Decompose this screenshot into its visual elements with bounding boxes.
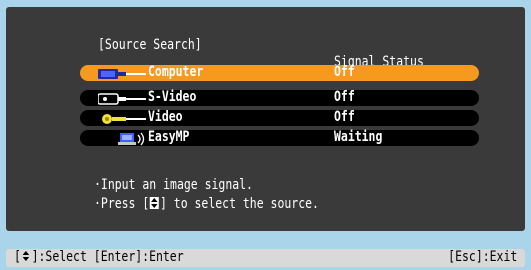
help-bar: [ ]:Select [Enter]:Enter [Esc]:Exit [6, 249, 525, 267]
help-exit: [Esc]:Exit [447, 249, 517, 265]
source-name: Computer [148, 64, 204, 80]
source-row-video[interactable]: Video Off [80, 109, 479, 126]
source-status: Off [334, 64, 355, 80]
s-video-icon [97, 91, 148, 105]
source-row-s-video[interactable]: S-Video Off [80, 89, 479, 106]
source-row-computer[interactable]: Computer Off [80, 64, 479, 81]
instruction-prefix: ·Press [ [94, 196, 150, 212]
source-name: EasyMP [148, 129, 190, 145]
instruction-suffix: ] to select the source. [159, 196, 319, 212]
source-status: Off [334, 89, 355, 105]
up-down-arrows-icon [150, 197, 160, 209]
help-select-enter: ]:Select [Enter]:Enter [31, 249, 184, 265]
instruction-line-2: ·Press [ ] to select the source. [94, 196, 319, 212]
source-search-dialog: [Source Search] Signal Status Computer O… [6, 7, 525, 231]
source-row-easymp[interactable]: EasyMP Waiting [80, 129, 479, 146]
source-status: Waiting [334, 129, 383, 145]
dialog-title: [Source Search] [98, 37, 202, 53]
source-name: Video [148, 109, 183, 125]
easymp-icon [98, 131, 148, 146]
source-name: S-Video [148, 89, 197, 105]
computer-icon [98, 66, 148, 80]
help-bracket: [ [14, 249, 21, 265]
help-left: [ ]:Select [Enter]:Enter [14, 249, 184, 265]
instruction-line-1: ·Input an image signal. [94, 177, 253, 193]
up-down-arrows-icon [22, 250, 31, 262]
video-icon [98, 111, 148, 125]
source-status: Off [334, 109, 355, 125]
